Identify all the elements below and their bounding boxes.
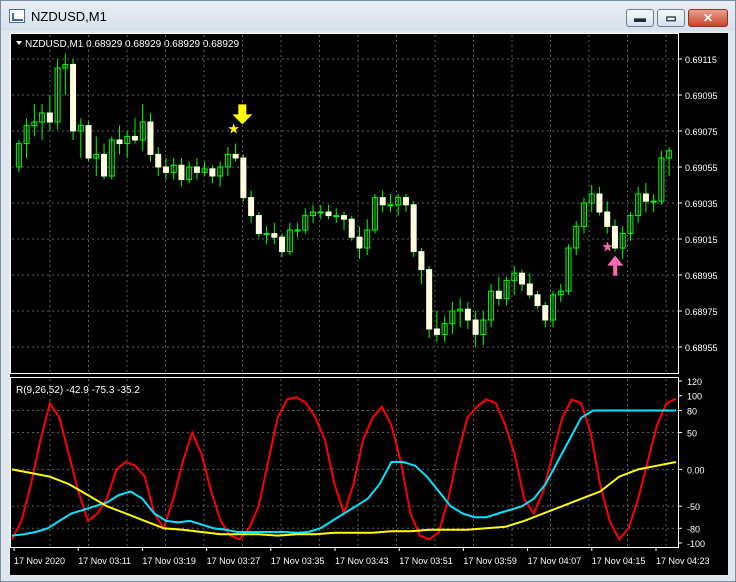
price-label: 0.69035 [685, 199, 718, 209]
buy-arrow-icon [607, 255, 624, 276]
price-label: 0.69095 [685, 91, 718, 101]
candle-body [116, 139, 123, 145]
candle-body [410, 204, 417, 253]
maximize-icon: ▭ [665, 11, 677, 25]
close-button[interactable]: ✕ [688, 9, 728, 27]
candle-body [464, 308, 471, 321]
candle-body [495, 290, 502, 299]
candle-body [317, 211, 324, 214]
chart-window: NZDUSD,M1 ▬ ▭ ✕ NZDUSD,M1 0.68929 0.6892… [0, 0, 736, 582]
candle-body [604, 211, 611, 227]
main-info-label: NZDUSD,M1 0.68929 0.68929 0.68929 0.6892… [25, 39, 239, 50]
indicator-scale-label: 120 [687, 377, 702, 387]
time-label: 17 Nov 03:27 [207, 556, 261, 566]
price-label: 0.69055 [685, 163, 718, 173]
candle-body [542, 305, 549, 321]
candle-body [279, 236, 286, 253]
candle-body [209, 168, 216, 177]
chart-window-icon [9, 9, 25, 23]
candle-body [534, 294, 541, 307]
price-label: 0.68975 [685, 307, 718, 317]
candle-body [387, 204, 394, 207]
time-label: 17 Nov 04:15 [592, 556, 646, 566]
price-label: 0.69015 [685, 235, 718, 245]
candle-body [472, 319, 479, 335]
window-titlebar[interactable]: NZDUSD,M1 ▬ ▭ ✕ [1, 1, 735, 31]
candle-body [155, 153, 162, 168]
indicator-scale-label: -50 [687, 502, 700, 512]
candle-body [271, 233, 278, 238]
candle-body [426, 269, 433, 330]
candle-body [131, 135, 138, 141]
candle-body [193, 166, 200, 173]
indicator-scale-label: 50 [687, 429, 697, 439]
candle-body [348, 218, 355, 238]
candle-body [162, 166, 169, 173]
candle-body [596, 193, 603, 213]
candle-body [418, 251, 425, 271]
candle-body [650, 200, 657, 203]
candle-body [147, 121, 154, 155]
candle-body [232, 153, 239, 159]
candle-body [46, 112, 53, 123]
candle-body [433, 328, 440, 335]
indicator-line-r9 [11, 396, 677, 542]
candle-body [341, 215, 347, 220]
indicator-scale-label: 100 [687, 392, 702, 402]
candle-body [519, 272, 526, 285]
candle-body [101, 153, 108, 177]
candle-body [70, 63, 77, 132]
candle-body [240, 157, 247, 199]
price-label: 0.68955 [685, 343, 718, 353]
time-label: 17 Nov 03:11 [78, 556, 131, 566]
time-label: 17 Nov 2020 [14, 556, 65, 566]
chart-canvas[interactable]: NZDUSD,M1 0.68929 0.68929 0.68929 0.6892… [10, 33, 728, 575]
indicator-scale-label: -80 [687, 524, 700, 534]
close-icon: ✕ [702, 11, 714, 25]
price-label: 0.68995 [685, 271, 718, 281]
maximize-button[interactable]: ▭ [657, 9, 685, 27]
candle-body [263, 233, 270, 236]
candle-body [325, 211, 332, 217]
candle-body [255, 215, 262, 235]
time-label: 17 Nov 04:23 [656, 556, 710, 566]
indicator-scale-label: -100 [687, 539, 705, 549]
candle-body [333, 215, 340, 218]
indicator-info-label: R(9,26,52) -42.9 -75.3 -35.2 [16, 385, 140, 396]
candle-body [248, 197, 255, 217]
indicator-line-r26 [11, 409, 676, 537]
indicator-scale-label: 0.00 [687, 465, 705, 475]
buy-star-icon: ★ [601, 240, 614, 256]
chart-area[interactable]: NZDUSD,M1 0.68929 0.68929 0.68929 0.6892… [10, 33, 728, 575]
minimize-button[interactable]: ▬ [626, 9, 654, 27]
price-label: 0.69075 [685, 127, 718, 137]
indicator-scale-label: 80 [687, 406, 697, 416]
time-label: 17 Nov 03:19 [142, 556, 196, 566]
candle-body [642, 193, 649, 202]
window-title: NZDUSD,M1 [31, 9, 107, 24]
sell-star-icon: ★ [227, 121, 240, 137]
time-label: 17 Nov 03:43 [335, 556, 389, 566]
candle-body [379, 197, 386, 206]
time-label: 17 Nov 04:07 [528, 556, 582, 566]
candle-body [402, 197, 409, 206]
time-label: 17 Nov 03:35 [271, 556, 325, 566]
price-label: 0.69115 [685, 55, 717, 65]
time-label: 17 Nov 03:51 [399, 556, 453, 566]
time-label: 17 Nov 03:59 [463, 556, 517, 566]
candle-body [526, 283, 533, 296]
candle-body [356, 236, 363, 249]
candle-body [294, 229, 301, 232]
collapse-triangle-icon[interactable] [16, 41, 22, 45]
candle-body [85, 125, 92, 159]
minimize-icon: ▬ [634, 11, 646, 25]
candle-body [178, 164, 185, 181]
